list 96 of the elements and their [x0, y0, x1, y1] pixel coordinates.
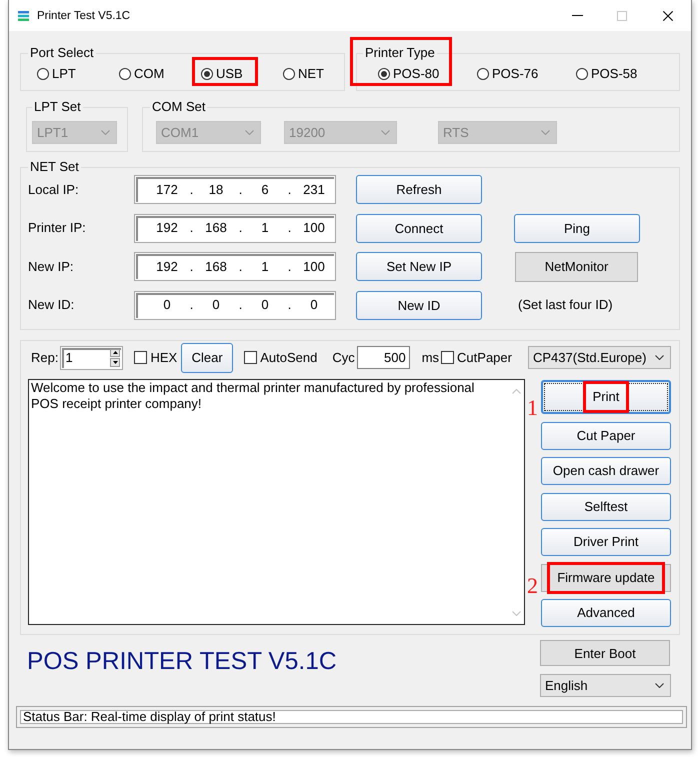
ip-separator: . [238, 220, 244, 236]
triangle-down-icon [112, 360, 118, 364]
ip-separator: . [286, 220, 292, 236]
triangle-up-icon [112, 351, 118, 354]
ip-octet: 100 [302, 258, 326, 274]
message-text: Welcome to use the impact and thermal printer manufactured by professional POS receipt printer company! [30, 380, 476, 412]
step-number: 1 [527, 398, 538, 418]
action-button[interactable]: Print [541, 380, 671, 414]
repeat-count-field[interactable]: 1 [60, 346, 124, 370]
ip-address-field[interactable]: 0 . 0 . 0 . 0 [134, 290, 336, 320]
chevron-down-icon [101, 130, 110, 135]
ip-octet: 0 [162, 297, 172, 313]
ip-separator: . [188, 258, 194, 274]
field-label: New IP: [28, 258, 75, 274]
ip-octet: 1 [260, 220, 270, 236]
field-label: Printer IP: [28, 220, 87, 236]
status-bar: Status Bar: Real-time display of print status! [16, 706, 687, 728]
checkbox-option[interactable]: HEX [134, 350, 178, 366]
spin-up-button[interactable] [110, 348, 120, 357]
radio-option[interactable]: NET [283, 66, 324, 82]
command-button[interactable]: New ID [356, 290, 482, 320]
radio-option[interactable]: POS-80 [378, 66, 440, 82]
unit-label: ms [422, 350, 440, 366]
command-button[interactable]: NetMonitor [515, 252, 638, 282]
close-icon[interactable] [663, 10, 673, 20]
checkbox-option[interactable]: AutoSend [244, 350, 318, 366]
ip-octet: 6 [260, 182, 270, 198]
field-label: Local IP: [28, 182, 80, 198]
ip-octet: 0 [309, 297, 319, 313]
ip-octet: 18 [208, 182, 224, 198]
enter-boot-button[interactable]: Enter Boot [540, 640, 670, 666]
group-title: NET Set [29, 159, 80, 175]
group-title: COM Set [151, 99, 206, 115]
ip-octet: 100 [302, 220, 326, 236]
message-field[interactable]: Welcome to use the impact and thermal printer manufactured by professional POS receipt printer company! [28, 378, 525, 624]
scroll-down-icon[interactable] [512, 610, 521, 616]
radio-option[interactable]: POS-58 [576, 66, 638, 82]
ip-octet: 168 [204, 258, 228, 274]
command-button[interactable]: Ping [514, 214, 640, 242]
field-label: Cyc [332, 350, 355, 366]
app-banner-title: POS PRINTER TEST V5.1C [27, 648, 337, 676]
code-page-dropdown[interactable]: CP437(Std.Europe) [528, 346, 671, 369]
action-button[interactable]: Open cash drawer [541, 457, 671, 485]
command-button[interactable]: Refresh [356, 175, 482, 204]
command-button[interactable]: Set New IP [356, 252, 482, 281]
chevron-down-icon [245, 130, 254, 135]
radio-option[interactable]: LPT [37, 66, 76, 82]
ip-address-field[interactable]: 172 . 18 . 6 . 231 [134, 175, 336, 204]
chevron-down-icon [655, 355, 664, 360]
action-button[interactable]: Driver Print [541, 528, 671, 556]
action-button[interactable]: Advanced [541, 599, 671, 627]
minimize-icon[interactable] [572, 15, 583, 16]
field-label: New ID: [28, 297, 76, 313]
checkbox-option[interactable]: CutPaper [441, 350, 512, 366]
group-title: Port Select [29, 45, 95, 61]
app-icon [18, 10, 29, 20]
ip-separator: . [238, 258, 244, 274]
action-button[interactable]: Firmware update [541, 564, 671, 592]
ip-separator: . [238, 182, 244, 198]
cycle-interval-field[interactable]: 500 [356, 346, 410, 369]
chevron-down-icon [381, 130, 390, 135]
ip-separator: . [238, 297, 244, 313]
ip-separator: . [188, 297, 194, 313]
field-label: Rep: [31, 350, 58, 366]
window-title: Printer Test V5.1C [37, 8, 130, 22]
clear-button[interactable]: Clear [181, 342, 234, 372]
chevron-down-icon [655, 683, 664, 688]
ip-separator: . [286, 182, 292, 198]
ip-separator: . [286, 258, 292, 274]
ip-octet: 1 [260, 258, 270, 274]
step-number: 2 [527, 576, 538, 596]
hint-text: (Set last four ID) [518, 297, 613, 313]
action-button[interactable]: Selftest [541, 492, 671, 520]
spin-down-button[interactable] [110, 358, 120, 366]
ip-address-field[interactable]: 192 . 168 . 1 . 100 [134, 252, 336, 281]
radio-option[interactable]: POS-76 [477, 66, 538, 82]
radio-option[interactable]: COM [119, 66, 164, 82]
action-button[interactable]: Cut Paper [541, 422, 671, 450]
ip-separator: . [188, 182, 194, 198]
radio-option[interactable]: USB [201, 66, 243, 82]
ip-octet: 192 [155, 258, 179, 274]
scroll-up-icon[interactable] [512, 388, 521, 394]
ip-octet: 192 [155, 220, 179, 236]
ip-octet: 168 [204, 220, 228, 236]
group-title: Printer Type [364, 45, 436, 61]
ip-octet: 0 [211, 297, 221, 313]
ip-octet: 231 [302, 182, 326, 198]
ip-octet: 172 [155, 182, 179, 198]
ip-separator: . [188, 220, 194, 236]
group-title: LPT Set [33, 99, 82, 115]
ip-address-field[interactable]: 192 . 168 . 1 . 100 [134, 214, 336, 242]
chevron-down-icon [541, 130, 550, 135]
ip-octet: 0 [260, 297, 270, 313]
ip-separator: . [286, 297, 292, 313]
command-button[interactable]: Connect [356, 214, 482, 242]
language-dropdown[interactable]: English [540, 674, 671, 697]
